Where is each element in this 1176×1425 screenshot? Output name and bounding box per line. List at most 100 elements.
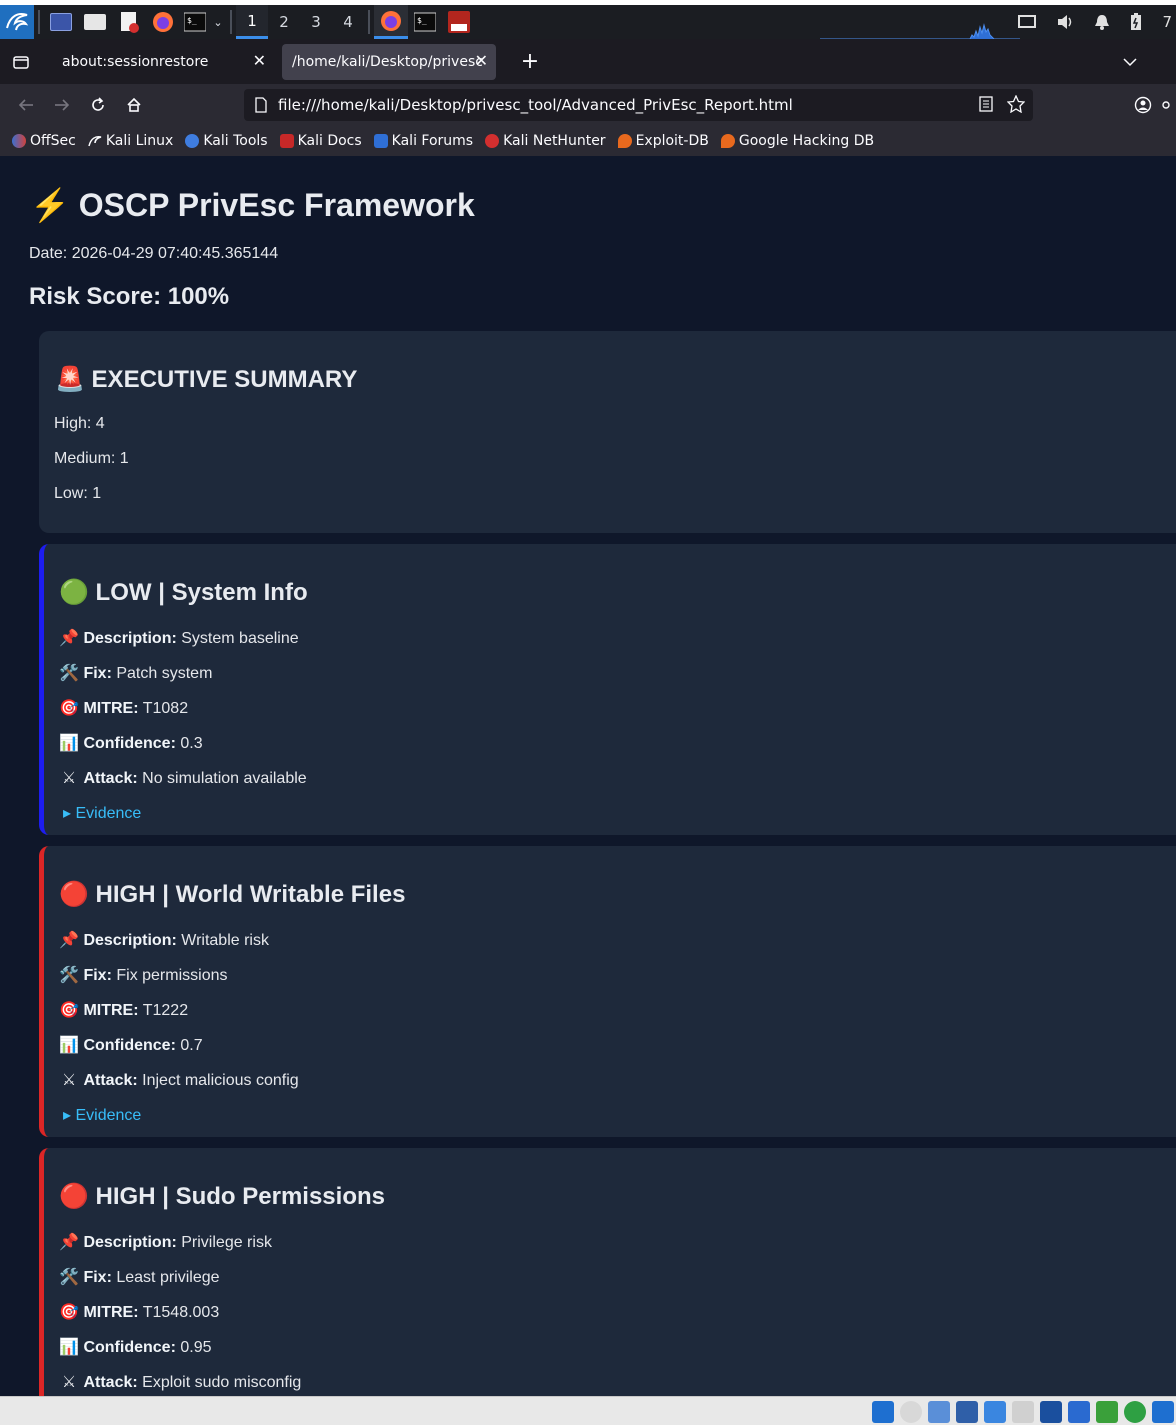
text-editor-icon[interactable] bbox=[112, 5, 146, 39]
finding-fix: 🛠️ Fix: Fix permissions bbox=[59, 965, 227, 985]
back-arrow-icon[interactable] bbox=[8, 89, 44, 121]
finding-confidence: 📊 Confidence: 0.3 bbox=[59, 733, 203, 753]
account-icon[interactable] bbox=[1125, 89, 1161, 121]
page-file-icon[interactable] bbox=[254, 97, 268, 113]
panel-separator bbox=[38, 10, 40, 34]
battery-icon[interactable] bbox=[1130, 13, 1142, 31]
kali-docs-icon bbox=[279, 134, 294, 148]
field-label: Fix: bbox=[83, 1269, 112, 1286]
notification-bell-icon[interactable] bbox=[1094, 13, 1110, 31]
reload-icon[interactable] bbox=[80, 89, 116, 121]
taskbar-terminal-window[interactable]: $_ bbox=[408, 5, 442, 39]
extensions-icon[interactable] bbox=[1160, 89, 1176, 121]
bookmark-kali-nethunter[interactable]: Kali NetHunter bbox=[485, 133, 606, 149]
page-title: ⚡ OSCP PrivEsc Framework bbox=[30, 187, 475, 223]
tab-label: /home/kali/Desktop/privesc_t bbox=[292, 53, 482, 70]
workspace-4[interactable]: 4 bbox=[332, 5, 364, 39]
executive-summary-card: 🚨 EXECUTIVE SUMMARY High: 4 Medium: 1 Lo… bbox=[39, 331, 1176, 533]
tools-icon: 🛠️ bbox=[59, 1269, 79, 1286]
field-value: Least privilege bbox=[116, 1269, 220, 1286]
bookmark-label: Exploit-DB bbox=[635, 133, 709, 149]
display-icon[interactable] bbox=[1018, 14, 1037, 30]
shared-folders-icon[interactable] bbox=[1012, 1401, 1034, 1423]
bookmark-kali-tools[interactable]: Kali Tools bbox=[185, 133, 268, 149]
kali-menu-icon[interactable] bbox=[0, 5, 34, 39]
reader-view-icon[interactable] bbox=[979, 95, 993, 113]
finding-mitre: 🎯 MITRE: T1082 bbox=[59, 698, 188, 718]
vm-status-bar bbox=[0, 1396, 1176, 1425]
clock-partial[interactable]: 7 bbox=[1162, 13, 1172, 31]
firefox-view-icon[interactable] bbox=[2, 46, 40, 78]
field-value: No simulation available bbox=[142, 770, 307, 787]
tools-icon: 🛠️ bbox=[59, 665, 79, 682]
usb-icon[interactable] bbox=[984, 1401, 1006, 1423]
file-manager-icon[interactable] bbox=[78, 5, 112, 39]
display-icon[interactable] bbox=[1040, 1401, 1062, 1423]
network-adapter-icon[interactable] bbox=[956, 1401, 978, 1423]
pushpin-icon: 📌 bbox=[59, 630, 79, 647]
url-text[interactable]: file:///home/kali/Desktop/privesc_tool/A… bbox=[278, 96, 793, 114]
desktop-screen: $_ ⌄ 1 2 3 4 $_ 7 about:sessionrestore ✕… bbox=[0, 0, 1176, 1425]
target-icon: 🎯 bbox=[59, 700, 79, 717]
field-value: System baseline bbox=[181, 630, 299, 647]
field-value: 0.95 bbox=[180, 1339, 212, 1356]
show-desktop-icon[interactable] bbox=[44, 5, 78, 39]
evidence-toggle[interactable]: ▸ Evidence bbox=[63, 803, 141, 823]
summary-medium-count: Medium: 1 bbox=[54, 450, 129, 467]
optical-drive-icon[interactable] bbox=[900, 1401, 922, 1423]
bar-chart-icon: 📊 bbox=[59, 1339, 79, 1356]
home-icon[interactable] bbox=[116, 89, 152, 121]
nethunter-icon bbox=[485, 134, 500, 148]
bookmark-kali-docs[interactable]: Kali Docs bbox=[279, 133, 362, 149]
field-label: Description: bbox=[83, 932, 177, 949]
close-tab-icon[interactable]: ✕ bbox=[253, 51, 266, 70]
workspace-2[interactable]: 2 bbox=[268, 5, 300, 39]
forward-arrow-icon[interactable] bbox=[44, 89, 80, 121]
bookmark-star-icon[interactable] bbox=[1007, 95, 1025, 113]
field-label: Confidence: bbox=[83, 1037, 176, 1054]
pushpin-icon: 📌 bbox=[59, 932, 79, 949]
cpu-activity-icon[interactable] bbox=[1124, 1401, 1146, 1423]
crossed-swords-icon: ⚔ bbox=[61, 1374, 77, 1391]
audio-icon[interactable] bbox=[928, 1401, 950, 1423]
volume-icon[interactable] bbox=[1056, 13, 1074, 31]
bookmark-label: Kali Docs bbox=[297, 133, 362, 149]
hard-disk-icon[interactable] bbox=[872, 1401, 894, 1423]
field-value: Exploit sudo misconfig bbox=[142, 1374, 302, 1391]
bookmark-offsec[interactable]: OffSec bbox=[12, 133, 76, 149]
report-page: ⚡ OSCP PrivEsc Framework Date: 2026-04-2… bbox=[0, 156, 1176, 1396]
vm-status-icons bbox=[872, 1401, 1174, 1423]
summary-heading: 🚨 EXECUTIVE SUMMARY bbox=[55, 366, 358, 393]
workspace-3[interactable]: 3 bbox=[300, 5, 332, 39]
guest-additions-icon[interactable] bbox=[1096, 1401, 1118, 1423]
url-bar[interactable]: file:///home/kali/Desktop/privesc_tool/A… bbox=[244, 89, 1033, 121]
firefox-launcher-icon[interactable] bbox=[146, 5, 180, 39]
new-tab-plus-icon[interactable]: + bbox=[512, 46, 548, 78]
report-date: Date: 2026-04-29 07:40:45.365144 bbox=[29, 245, 279, 262]
bookmark-kali-forums[interactable]: Kali Forums bbox=[373, 133, 474, 149]
kali-dragon-icon bbox=[88, 136, 102, 147]
taskbar-firefox-window[interactable] bbox=[374, 5, 408, 39]
taskbar-ipv6-window-icon[interactable] bbox=[442, 5, 476, 39]
host-key-arrow-icon[interactable] bbox=[1152, 1401, 1174, 1423]
bookmark-google-hacking-db[interactable]: Google Hacking DB bbox=[720, 133, 874, 149]
bookmark-label: Kali NetHunter bbox=[503, 133, 606, 149]
chevron-down-icon[interactable]: ⌄ bbox=[210, 5, 226, 39]
exploit-db-icon bbox=[617, 134, 632, 148]
panel-separator bbox=[368, 10, 370, 34]
field-label: Description: bbox=[83, 630, 177, 647]
evidence-toggle[interactable]: ▸ Evidence bbox=[63, 1105, 141, 1125]
bookmark-exploit-db[interactable]: Exploit-DB bbox=[617, 133, 709, 149]
video-capture-icon[interactable] bbox=[1068, 1401, 1090, 1423]
svg-text:$_: $_ bbox=[187, 16, 197, 25]
terminal-launcher-icon[interactable]: $_ bbox=[180, 5, 210, 39]
bookmark-kali-linux[interactable]: Kali Linux bbox=[88, 133, 173, 149]
tab-sessionrestore[interactable]: about:sessionrestore ✕ bbox=[52, 44, 274, 80]
list-tabs-chevron-down-icon[interactable] bbox=[1112, 46, 1148, 78]
workspace-1[interactable]: 1 bbox=[236, 5, 268, 39]
close-tab-icon[interactable]: ✕ bbox=[475, 51, 488, 70]
finding-description: 📌 Description: System baseline bbox=[59, 628, 299, 648]
bookmark-label: Kali Forums bbox=[391, 133, 474, 149]
field-label: Attack: bbox=[83, 770, 138, 787]
tab-report[interactable]: /home/kali/Desktop/privesc_t ✕ bbox=[282, 43, 496, 80]
